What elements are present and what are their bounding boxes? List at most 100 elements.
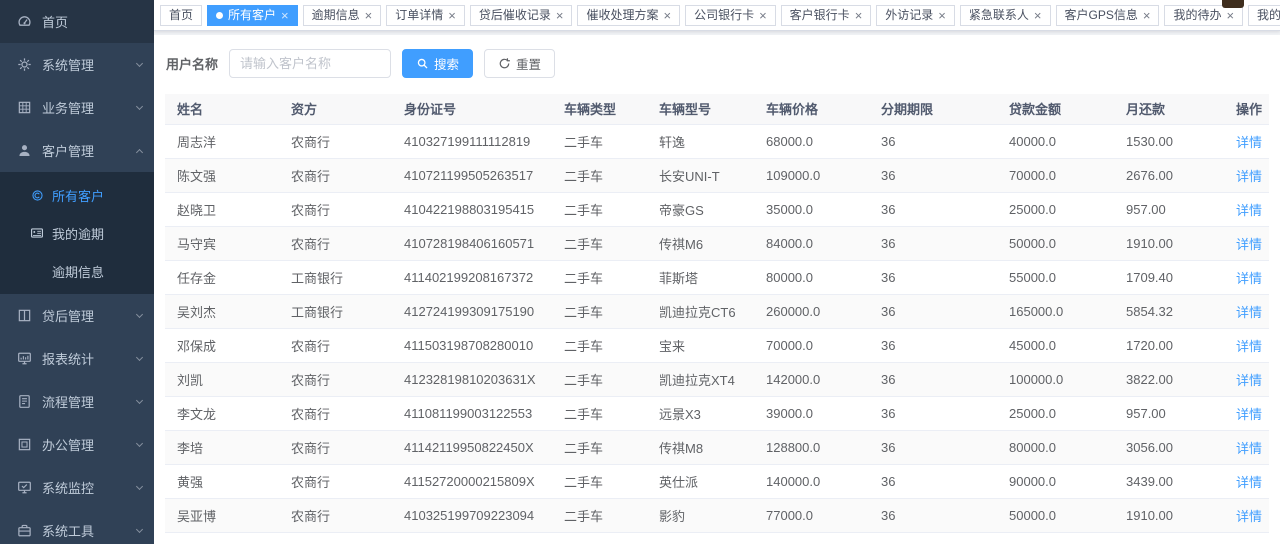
sidebar-subitem-label: 逾期信息 [52, 262, 104, 281]
sidebar-item-system-monitor[interactable]: 系统监控 [0, 466, 154, 509]
cell-action: 详情 [1224, 124, 1269, 158]
user-icon [16, 143, 32, 159]
detail-link[interactable]: 详情 [1236, 135, 1262, 150]
tab-collection-plan[interactable]: 催收处理方案 × [577, 5, 680, 26]
sidebar-subitem-all-customers[interactable]: 所有客户 [0, 176, 154, 214]
sidebar-item-system-tools[interactable]: 系统工具 [0, 509, 154, 544]
close-icon[interactable]: × [938, 9, 946, 22]
sidebar-item-home[interactable]: 首页 [0, 0, 154, 43]
sidebar-subitem-overdue-info[interactable]: 逾期信息 [0, 252, 154, 290]
tab-home[interactable]: 首页 [160, 5, 202, 26]
tab-customer-gps[interactable]: 客户GPS信息× [1056, 5, 1160, 26]
close-icon[interactable]: × [1226, 9, 1234, 22]
detail-link[interactable]: 详情 [1236, 271, 1262, 286]
cell-id_number: 410728198406160571 [392, 226, 552, 260]
close-icon[interactable]: × [365, 9, 373, 22]
cell-term: 36 [869, 124, 997, 158]
column-header-funder: 资方 [279, 94, 392, 124]
tab-collection-log[interactable]: 贷后催收记录× [470, 5, 573, 26]
tab-customer-bankcard[interactable]: 客户银行卡× [781, 5, 872, 26]
tab-my-process[interactable]: 我的流程× [1248, 5, 1280, 26]
cell-action: 详情 [1224, 396, 1269, 430]
cell-vehicle_model: 影豹 [647, 498, 754, 532]
cell-loan_amount: 165000.0 [997, 294, 1114, 328]
detail-link[interactable]: 详情 [1236, 237, 1262, 252]
detail-link[interactable]: 详情 [1236, 373, 1262, 388]
cell-vehicle_price: 35000.0 [754, 192, 869, 226]
close-icon[interactable]: × [663, 9, 671, 22]
tab-company-bankcard[interactable]: 公司银行卡× [685, 5, 776, 26]
detail-link[interactable]: 详情 [1236, 407, 1262, 422]
cell-monthly_payment: 1910.00 [1114, 498, 1224, 532]
detail-link[interactable]: 详情 [1236, 509, 1262, 524]
cell-id_number: 410422198803195415 [392, 192, 552, 226]
cell-vehicle_model: 宝来 [647, 328, 754, 362]
close-icon[interactable]: × [855, 9, 863, 22]
grid-icon [16, 100, 32, 116]
close-icon[interactable]: × [556, 9, 564, 22]
cell-term: 36 [869, 328, 997, 362]
cell-name: 吴刘杰 [165, 294, 279, 328]
refresh-icon [498, 57, 511, 70]
sidebar-item-system-mgmt[interactable]: 系统管理 [0, 43, 154, 86]
close-icon[interactable]: × [1034, 9, 1042, 22]
cell-term: 36 [869, 158, 997, 192]
close-icon[interactable]: × [448, 9, 456, 22]
cell-vehicle_type: 二手车 [552, 430, 647, 464]
cell-action: 详情 [1224, 430, 1269, 464]
sidebar-subitem-my-overdue[interactable]: 我的逾期 [0, 214, 154, 252]
reset-button[interactable]: 重置 [484, 49, 555, 78]
cell-action: 详情 [1224, 226, 1269, 260]
cell-vehicle_price: 77000.0 [754, 498, 869, 532]
cell-vehicle_type: 二手车 [552, 124, 647, 158]
tab-all-customers[interactable]: 所有客户× [207, 5, 298, 26]
cell-monthly_payment: 1709.40 [1114, 260, 1224, 294]
sidebar-item-business-mgmt[interactable]: 业务管理 [0, 86, 154, 129]
sidebar-item-process-mgmt[interactable]: 流程管理 [0, 380, 154, 423]
search-label: 用户名称 [166, 54, 218, 73]
detail-link[interactable]: 详情 [1236, 203, 1262, 218]
cell-name: 刘凯 [165, 362, 279, 396]
sidebar-item-report-stats[interactable]: 报表统计 [0, 337, 154, 380]
tab-label: 外访记录 [885, 9, 933, 21]
cell-name: 马守宾 [165, 226, 279, 260]
search-button[interactable]: 搜索 [402, 49, 473, 78]
cell-loan_amount: 40000.0 [997, 124, 1114, 158]
circle-c-icon [30, 188, 44, 202]
cell-vehicle_model: 英仕派 [647, 464, 754, 498]
cell-funder: 农商行 [279, 158, 392, 192]
close-icon[interactable]: × [1143, 9, 1151, 22]
cell-id_number: 412724199309175190 [392, 294, 552, 328]
detail-link[interactable]: 详情 [1236, 339, 1262, 354]
detail-link[interactable]: 详情 [1236, 441, 1262, 456]
detail-link[interactable]: 详情 [1236, 305, 1262, 320]
close-icon[interactable]: × [281, 9, 289, 22]
cell-name: 赵晓卫 [165, 192, 279, 226]
table-row: 黄强农商行41152720000215809X二手车英仕派140000.0369… [165, 464, 1269, 498]
cell-vehicle_type: 二手车 [552, 498, 647, 532]
cell-vehicle_type: 二手车 [552, 328, 647, 362]
tab-emergency-contact[interactable]: 紧急联系人 × [960, 5, 1051, 26]
customer-name-input[interactable] [229, 49, 391, 78]
tab-order-detail[interactable]: 订单详情× [386, 5, 465, 26]
avatar-partial[interactable] [1222, 0, 1244, 8]
cell-action: 详情 [1224, 294, 1269, 328]
cell-action: 详情 [1224, 498, 1269, 532]
sidebar-item-office-mgmt[interactable]: 办公管理 [0, 423, 154, 466]
card-icon [30, 226, 44, 240]
sidebar-item-customer-mgmt[interactable]: 客户管理 [0, 129, 154, 172]
chevron-down-icon [136, 439, 143, 446]
cell-monthly_payment: 1530.00 [1114, 124, 1224, 158]
tab-label: 首页 [169, 9, 193, 21]
tab-label: 紧急联系人 [969, 9, 1029, 21]
tab-overdue-info[interactable]: 逾期信息× [303, 5, 382, 26]
tab-visit-record[interactable]: 外访记录 × [876, 5, 955, 26]
tab-label: 催收处理方案 [586, 9, 658, 21]
sidebar-item-label: 系统管理 [42, 55, 131, 74]
sidebar-item-postloan-mgmt[interactable]: 贷后管理 [0, 294, 154, 337]
detail-link[interactable]: 详情 [1236, 169, 1262, 184]
sidebar-item-label: 系统工具 [42, 521, 131, 540]
detail-link[interactable]: 详情 [1236, 475, 1262, 490]
cell-vehicle_model: 凯迪拉克XT4 [647, 362, 754, 396]
close-icon[interactable]: × [759, 9, 767, 22]
